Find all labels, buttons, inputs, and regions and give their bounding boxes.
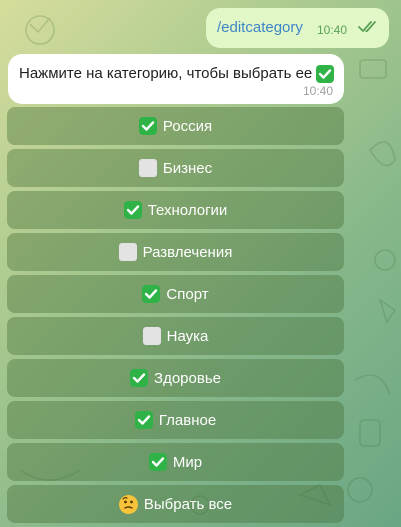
check-mark-icon — [123, 201, 142, 219]
keyboard-button[interactable]: Спорт — [7, 275, 344, 313]
keyboard-button-label: Выбрать все — [143, 495, 233, 513]
command-link[interactable]: /editcategory — [217, 19, 303, 36]
keyboard-button-label: Развлечения — [142, 243, 233, 261]
incoming-message-bubble: Нажмите на категорию, чтобы выбрать ее 1… — [8, 54, 344, 104]
check-mark-icon — [142, 285, 161, 303]
empty-square-icon — [142, 327, 161, 345]
keyboard-button-label: Здоровье — [154, 369, 221, 387]
message-text-content: Нажмите на категорию, чтобы выбрать ее — [19, 65, 313, 82]
check-mark-icon — [134, 411, 153, 429]
outgoing-message-bubble: /editcategory 10:40 — [206, 8, 389, 48]
keyboard-button[interactable]: Здоровье — [7, 359, 344, 397]
keyboard-button-label: Бизнес — [162, 159, 213, 177]
check-mark-icon — [130, 369, 149, 387]
keyboard-button[interactable]: Главное — [7, 401, 344, 439]
keyboard-button-label: Спорт — [166, 285, 209, 303]
check-mark-icon — [138, 117, 157, 135]
keyboard-button[interactable]: Россия — [7, 107, 344, 145]
check-mark-icon — [316, 65, 335, 83]
keyboard-button[interactable]: Выбрать все — [7, 485, 344, 523]
double-check-icon — [358, 20, 380, 39]
empty-square-icon — [138, 159, 157, 177]
keyboard-button[interactable]: Развлечения — [7, 233, 344, 271]
thinking-face-icon — [118, 494, 138, 514]
keyboard-button[interactable]: Технологии — [7, 191, 344, 229]
keyboard-button[interactable]: Бизнес — [7, 149, 344, 187]
keyboard-button-label: Главное — [158, 411, 217, 429]
keyboard-button-label: Мир — [172, 453, 203, 471]
message-time: 10:40 — [302, 84, 333, 98]
empty-square-icon — [118, 243, 137, 261]
keyboard-button[interactable]: Наука — [7, 317, 344, 355]
check-mark-icon — [148, 453, 167, 471]
keyboard-button-label: Россия — [162, 117, 213, 135]
keyboard-button[interactable]: Мир — [7, 443, 344, 481]
keyboard-button-label: Наука — [166, 327, 209, 345]
message-text: Нажмите на категорию, чтобы выбрать ее — [19, 65, 335, 83]
message-time: 10:40 — [317, 23, 348, 37]
keyboard-button-label: Технологии — [147, 201, 228, 219]
